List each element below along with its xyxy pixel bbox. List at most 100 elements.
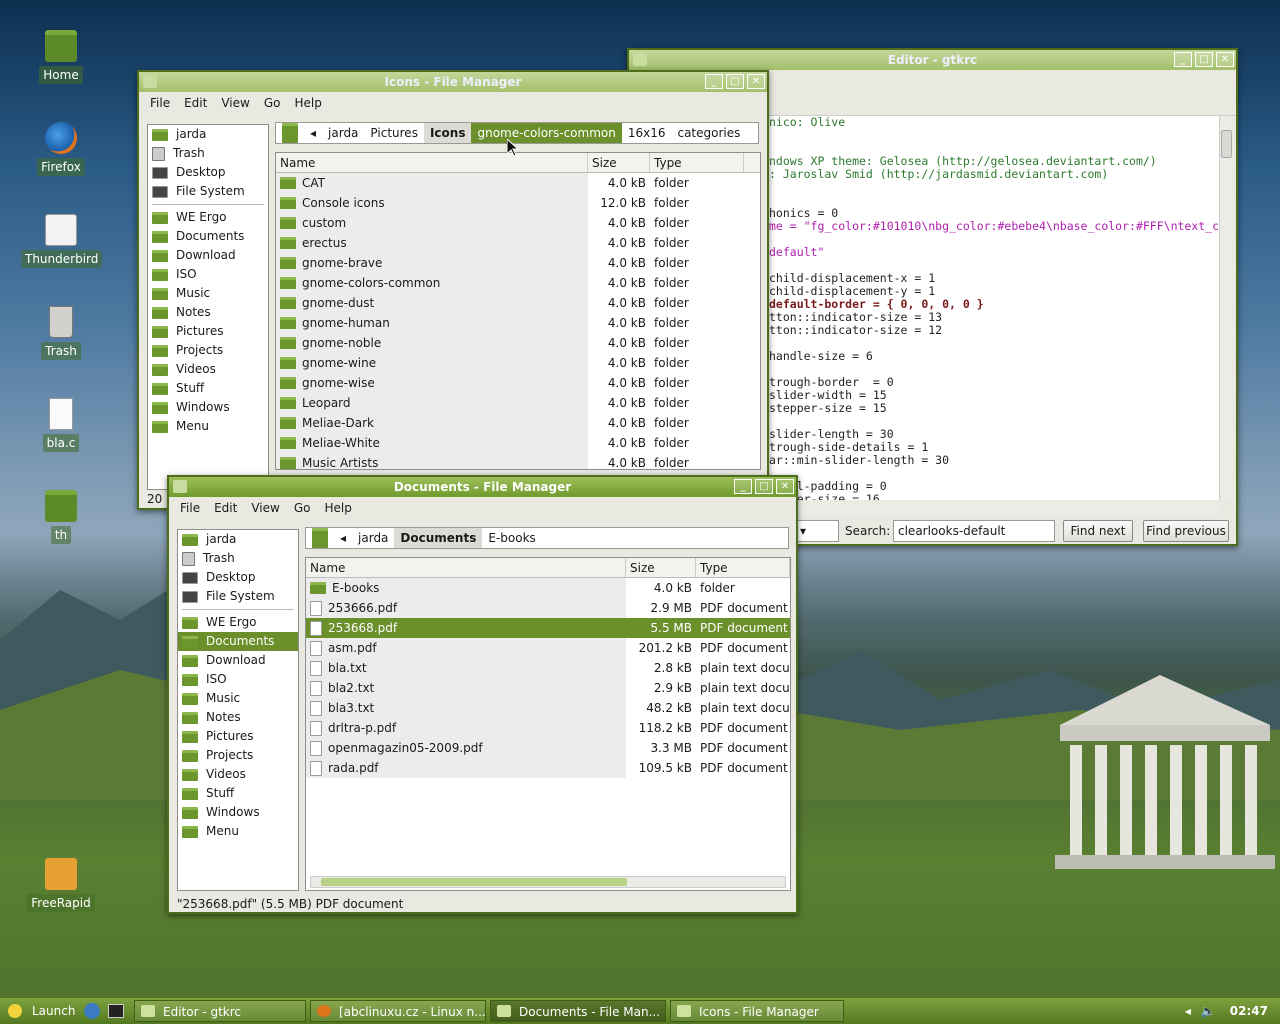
table-row[interactable]: 253668.pdf 5.5 MB PDF document	[306, 618, 790, 638]
desktop-icon-freerapid[interactable]: FreeRapid	[21, 858, 101, 912]
path-segment[interactable]: categories	[671, 123, 746, 143]
sidebar-item-desktop[interactable]: Desktop	[148, 163, 268, 182]
search-mode-dropdown[interactable]: ▾	[795, 520, 839, 542]
globe-icon[interactable]	[84, 1003, 100, 1019]
maximize-button[interactable]: □	[1195, 52, 1213, 67]
table-row[interactable]: Meliae-White 4.0 kB folder	[276, 433, 760, 453]
desktop-icon-bla-c[interactable]: bla.c	[21, 398, 101, 452]
sidebar-item-videos[interactable]: Videos	[178, 765, 298, 784]
minimize-button[interactable]: _	[1174, 52, 1192, 67]
table-row[interactable]: Console icons 12.0 kB folder	[276, 193, 760, 213]
path-segment[interactable]: E-books	[482, 528, 541, 548]
close-button[interactable]: ✕	[776, 479, 794, 494]
table-row[interactable]: gnome-dust 4.0 kB folder	[276, 293, 760, 313]
table-row[interactable]: Meliae-Dark 4.0 kB folder	[276, 413, 760, 433]
menu-go[interactable]: Go	[257, 92, 288, 114]
task-documents-fm[interactable]: Documents - File Man...	[490, 1000, 666, 1022]
docs-fm-titlebar[interactable]: Documents - File Manager _ □ ✕	[169, 477, 796, 497]
table-row[interactable]: Leopard 4.0 kB folder	[276, 393, 760, 413]
desktop-icon-firefox[interactable]: Firefox	[21, 122, 101, 176]
menu-edit[interactable]: Edit	[207, 497, 244, 519]
sidebar-item-download[interactable]: Download	[148, 246, 268, 265]
column-size[interactable]: Size	[588, 153, 650, 172]
column-name[interactable]: Name	[276, 153, 588, 172]
sidebar-item-notes[interactable]: Notes	[178, 708, 298, 727]
table-row[interactable]: asm.pdf 201.2 kB PDF document	[306, 638, 790, 658]
table-row[interactable]: bla3.txt 48.2 kB plain text docum	[306, 698, 790, 718]
terminal-icon[interactable]	[108, 1004, 124, 1018]
sidebar-item-documents[interactable]: Documents	[178, 632, 298, 651]
path-back-arrow-icon[interactable]: ◂	[304, 123, 322, 143]
path-segment[interactable]: jarda	[322, 123, 364, 143]
column-type[interactable]: Type	[696, 558, 790, 577]
menu-view[interactable]: View	[214, 92, 256, 114]
desktop-icon-trash[interactable]: Trash	[21, 306, 101, 360]
table-row[interactable]: gnome-human 4.0 kB folder	[276, 313, 760, 333]
search-input[interactable]: clearlooks-default	[893, 520, 1055, 542]
sidebar-item-projects[interactable]: Projects	[178, 746, 298, 765]
sidebar-item-trash[interactable]: Trash	[148, 144, 268, 163]
sidebar-item-file-system[interactable]: File System	[148, 182, 268, 201]
close-button[interactable]: ✕	[1216, 52, 1234, 67]
menu-edit[interactable]: Edit	[177, 92, 214, 114]
path-segment[interactable]: Icons	[423, 123, 472, 143]
sidebar-item-windows[interactable]: Windows	[178, 803, 298, 822]
sidebar-item-notes[interactable]: Notes	[148, 303, 268, 322]
path-segment[interactable]: Documents	[394, 528, 483, 548]
path-segment[interactable]: jarda	[352, 528, 394, 548]
path-segment[interactable]: Pictures	[364, 123, 424, 143]
table-row[interactable]: 253666.pdf 2.9 MB PDF document	[306, 598, 790, 618]
task-icons-fm[interactable]: Icons - File Manager	[670, 1000, 844, 1022]
table-row[interactable]: custom 4.0 kB folder	[276, 213, 760, 233]
table-row[interactable]: bla2.txt 2.9 kB plain text docum	[306, 678, 790, 698]
tray-arrow-icon[interactable]: ◂	[1185, 1004, 1191, 1018]
sidebar-item-windows[interactable]: Windows	[148, 398, 268, 417]
menu-file[interactable]: File	[173, 497, 207, 519]
sidebar-item-menu[interactable]: Menu	[148, 417, 268, 436]
sidebar-item-pictures[interactable]: Pictures	[148, 322, 268, 341]
path-back-arrow-icon[interactable]: ◂	[334, 528, 352, 548]
sidebar-item-trash[interactable]: Trash	[178, 549, 298, 568]
table-row[interactable]: openmagazin05-2009.pdf 3.3 MB PDF document	[306, 738, 790, 758]
sidebar-item-iso[interactable]: ISO	[178, 670, 298, 689]
editor-hscrollbar[interactable]	[765, 502, 1219, 514]
close-button[interactable]: ✕	[747, 74, 765, 89]
sidebar-item-music[interactable]: Music	[148, 284, 268, 303]
sidebar-item-file-system[interactable]: File System	[178, 587, 298, 606]
table-row[interactable]: bla.txt 2.8 kB plain text docum	[306, 658, 790, 678]
column-name[interactable]: Name	[306, 558, 626, 577]
table-row[interactable]: erectus 4.0 kB folder	[276, 233, 760, 253]
path-segment[interactable]: 16x16	[622, 123, 672, 143]
menu-file[interactable]: File	[143, 92, 177, 114]
volume-icon[interactable]: 🔈	[1201, 1004, 1216, 1018]
sidebar-item-download[interactable]: Download	[178, 651, 298, 670]
sidebar-item-desktop[interactable]: Desktop	[178, 568, 298, 587]
sidebar-item-we-ergo[interactable]: WE Ergo	[148, 208, 268, 227]
list-hscrollbar[interactable]	[310, 876, 786, 888]
icons-fm-titlebar[interactable]: Icons - File Manager _ □ ✕	[139, 72, 767, 92]
sidebar-item-stuff[interactable]: Stuff	[178, 784, 298, 803]
table-row[interactable]: E-books 4.0 kB folder	[306, 578, 790, 598]
column-size[interactable]: Size	[626, 558, 696, 577]
find-next-button[interactable]: Find next	[1063, 520, 1133, 542]
sidebar-item-stuff[interactable]: Stuff	[148, 379, 268, 398]
table-row[interactable]: rada.pdf 109.5 kB PDF document	[306, 758, 790, 778]
menu-view[interactable]: View	[244, 497, 286, 519]
desktop-icon-th[interactable]: th	[21, 490, 101, 544]
task-browser[interactable]: [abclinuxu.cz - Linux n...	[310, 1000, 486, 1022]
sidebar-item-jarda[interactable]: jarda	[178, 530, 298, 549]
sidebar-item-videos[interactable]: Videos	[148, 360, 268, 379]
path-segment[interactable]: gnome-colors-common	[471, 123, 622, 143]
minimize-button[interactable]: _	[734, 479, 752, 494]
editor-text-area[interactable]: nico: Olive ndows XP theme: Gelosea (http…	[765, 116, 1219, 500]
sidebar-item-jarda[interactable]: jarda	[148, 125, 268, 144]
sidebar-item-projects[interactable]: Projects	[148, 341, 268, 360]
maximize-button[interactable]: □	[755, 479, 773, 494]
table-row[interactable]: drltra-p.pdf 118.2 kB PDF document	[306, 718, 790, 738]
task-editor[interactable]: Editor - gtkrc	[134, 1000, 306, 1022]
launch-button[interactable]: Launch	[32, 1004, 76, 1018]
sidebar-item-documents[interactable]: Documents	[148, 227, 268, 246]
table-row[interactable]: gnome-brave 4.0 kB folder	[276, 253, 760, 273]
sidebar-item-pictures[interactable]: Pictures	[178, 727, 298, 746]
table-row[interactable]: CAT 4.0 kB folder	[276, 173, 760, 193]
